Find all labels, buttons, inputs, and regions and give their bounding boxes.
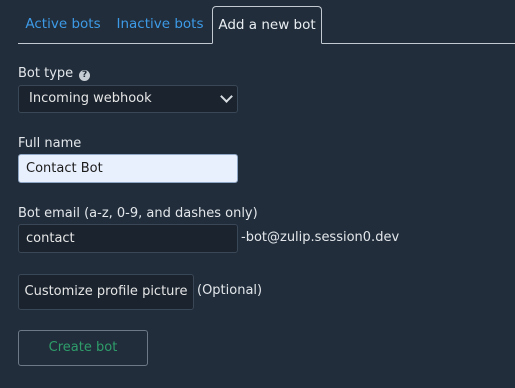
question-circle-icon[interactable]: ? xyxy=(79,70,91,81)
bot-type-select[interactable]: Incoming webhook xyxy=(18,85,238,113)
bot-email-label: Bot email (a-z, 0-9, and dashes only) xyxy=(18,206,258,221)
tab-active-bots[interactable]: Active bots xyxy=(18,6,108,43)
bot-type-label-row: Bot type? xyxy=(18,66,91,81)
bot-type-label: Bot type xyxy=(18,66,74,81)
optional-label: (Optional) xyxy=(197,283,263,298)
bot-email-input[interactable]: contact xyxy=(18,224,238,253)
create-bot-button[interactable]: Create bot xyxy=(18,330,148,366)
bot-email-domain-suffix: -bot@zulip.session0.dev xyxy=(241,230,400,245)
full-name-label: Full name xyxy=(18,136,82,151)
full-name-input[interactable]: Contact Bot xyxy=(18,154,238,183)
chevron-down-icon xyxy=(220,90,233,103)
bot-tabs: Active bots Inactive bots Add a new bot xyxy=(18,6,515,44)
bot-settings-page: Active bots Inactive bots Add a new bot … xyxy=(0,0,515,388)
bot-type-selected-value: Incoming webhook xyxy=(29,91,152,106)
tab-inactive-bots[interactable]: Inactive bots xyxy=(112,6,208,43)
customize-profile-picture-button[interactable]: Customize profile picture xyxy=(18,274,194,310)
tab-add-new-bot[interactable]: Add a new bot xyxy=(212,6,322,44)
